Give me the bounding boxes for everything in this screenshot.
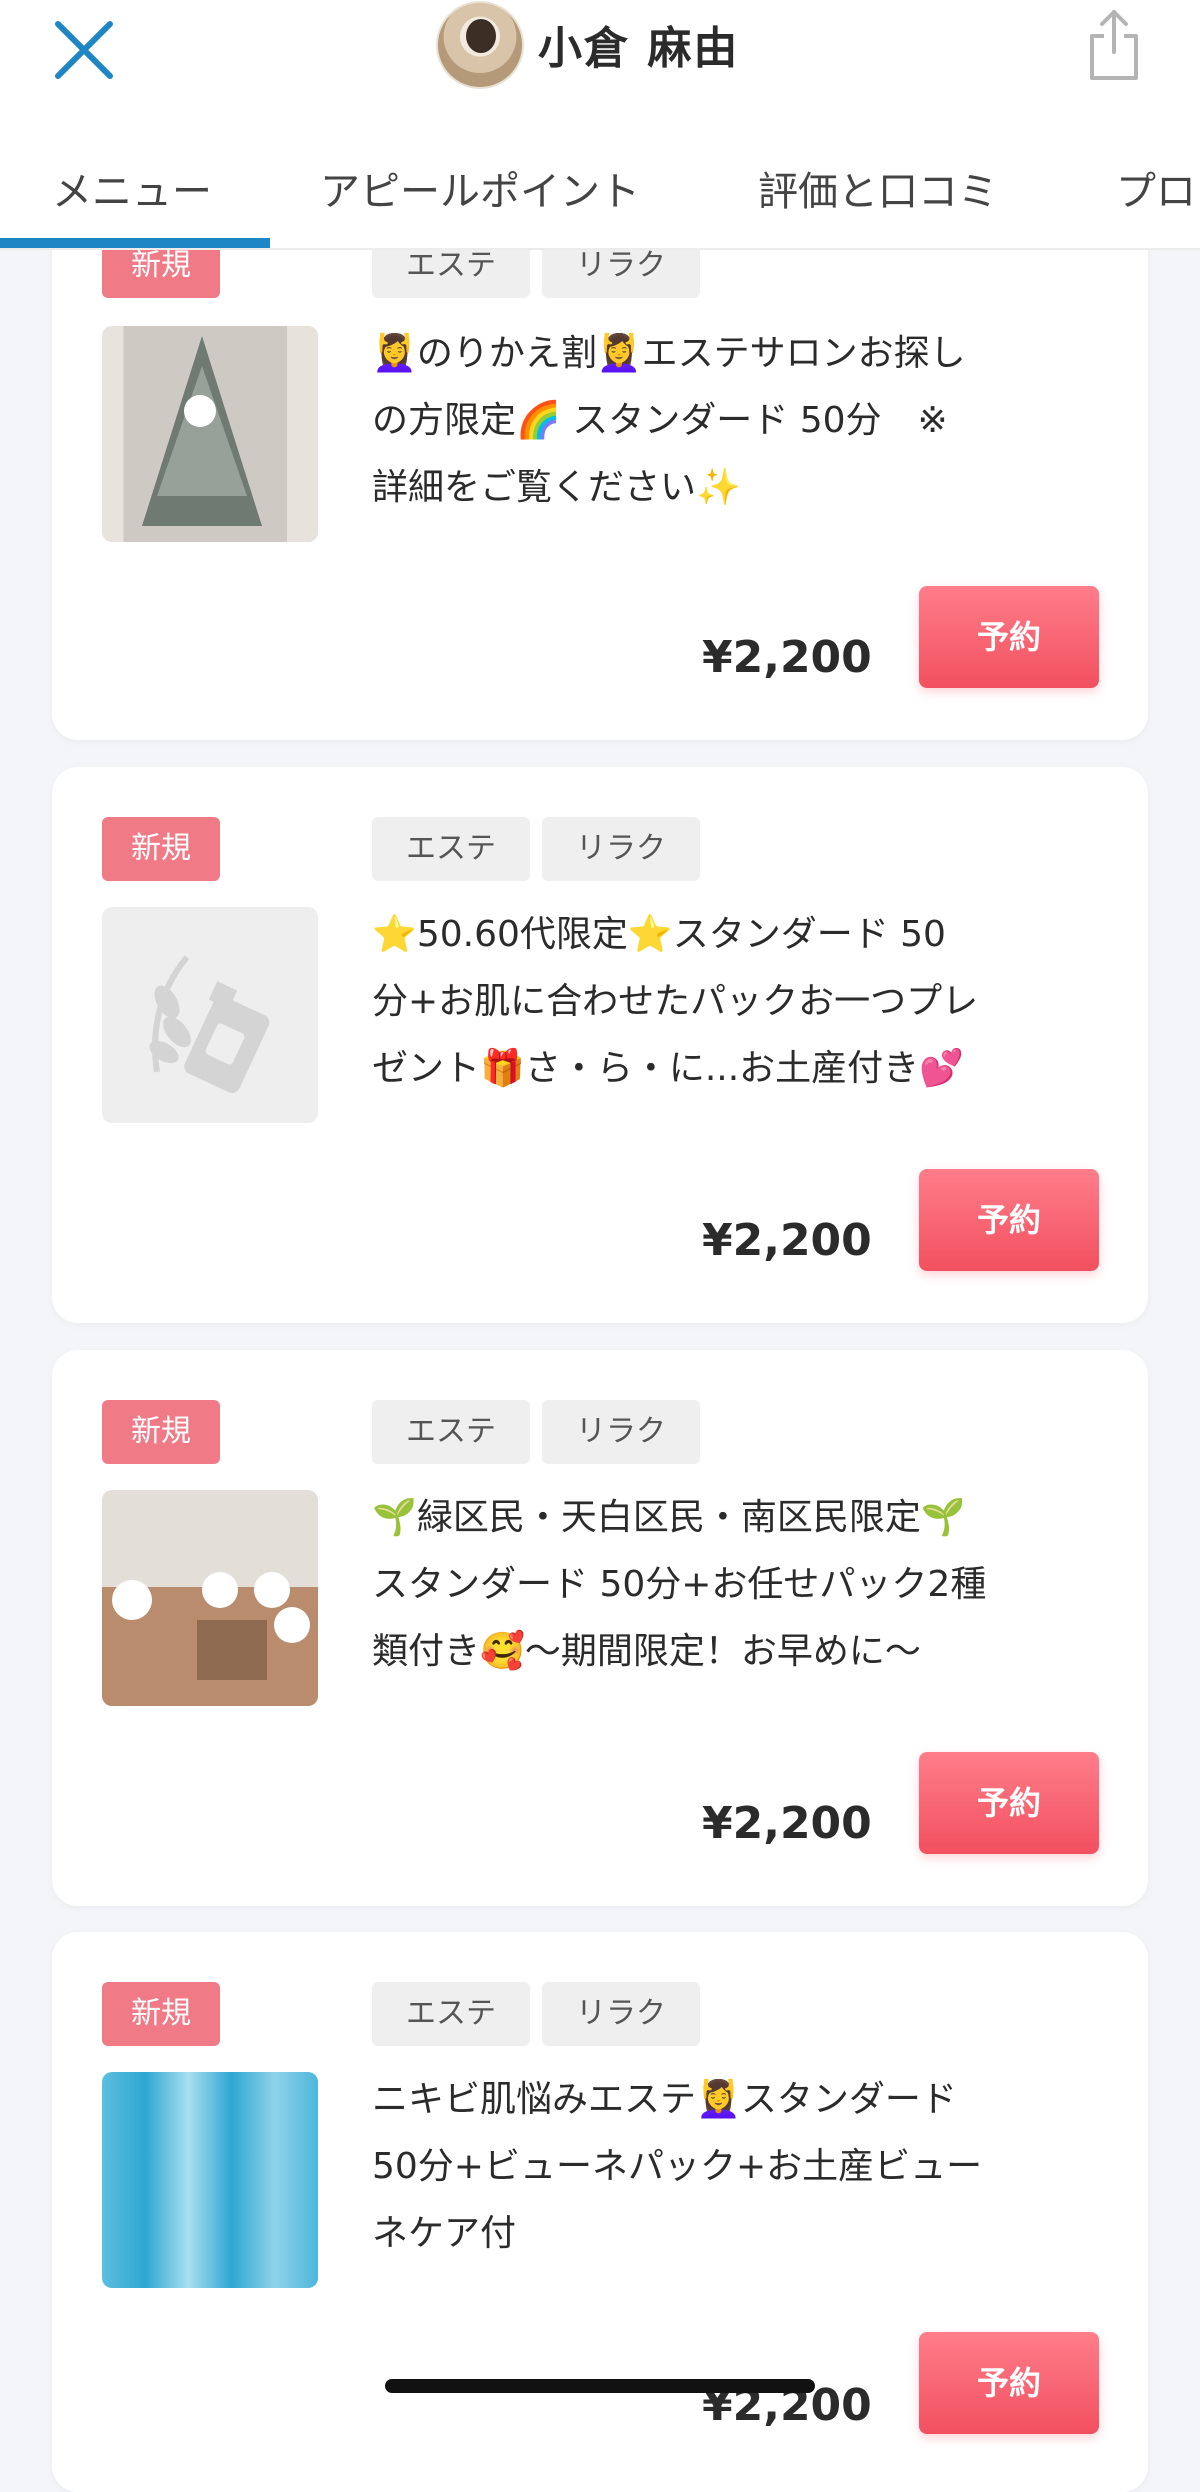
menu-title: 💆‍♀️のりかえ割💆‍♀️エステサロンお探し の方限定🌈 スタンダード 50分 … xyxy=(372,333,966,508)
menu-thumbnail xyxy=(102,326,318,542)
reserve-button[interactable]: 予約 xyxy=(919,1752,1099,1854)
menu-thumbnail xyxy=(102,1490,318,1706)
cosmetic-bottle-icon xyxy=(149,955,270,1094)
tag-relax: リラク xyxy=(542,817,700,881)
menu-card[interactable]: 新規 エステ リラク 🌱緑区民・天白区民・南区民限定🌱 スタンダード 50分+お… xyxy=(52,1350,1148,1906)
tab-profile[interactable]: プロ xyxy=(1116,159,1196,217)
menu-card[interactable]: 新規 エステ リラク 💆‍♀️のりかえ割💆‍♀️エステサロンお探し の方限定🌈 … xyxy=(52,180,1148,740)
home-indicator xyxy=(385,2379,815,2393)
menu-title: ⭐50.60代限定⭐スタンダード 50 分+お肌に合わせたパックお一つプレ ゼン… xyxy=(372,914,979,1089)
close-icon[interactable] xyxy=(44,10,124,90)
reserve-button[interactable]: 予約 xyxy=(919,1169,1099,1271)
tag-relax: リラク xyxy=(542,1982,700,2046)
avatar xyxy=(436,1,524,89)
salon-photo-icon xyxy=(112,1572,310,1680)
new-badge: 新規 xyxy=(102,1982,220,2046)
tab-appeal-points[interactable]: アピールポイント xyxy=(320,159,640,217)
active-tab-indicator xyxy=(0,238,270,248)
tab-menu[interactable]: メニュー xyxy=(52,159,212,217)
tag-esthe: エステ xyxy=(372,1982,530,2046)
reserve-button[interactable]: 予約 xyxy=(919,2332,1099,2434)
menu-card[interactable]: 新規 エステ リラク ⭐50.60代限定⭐スタンダード 50 分+お肌に合わせた… xyxy=(52,767,1148,1323)
tab-bar: メニュー アピールポイント 評価と口コミ プロ xyxy=(0,113,1200,250)
menu-thumbnail xyxy=(102,2072,318,2288)
share-icon[interactable] xyxy=(1084,6,1144,84)
tag-relax: リラク xyxy=(542,1400,700,1464)
app-header: 小倉 麻由 xyxy=(0,0,1200,115)
price: ¥2,200 xyxy=(702,632,872,683)
new-badge: 新規 xyxy=(102,817,220,881)
tab-reviews[interactable]: 評価と口コミ xyxy=(758,159,998,217)
menu-card[interactable]: 新規 エステ リラク ニキビ肌悩みエステ💆‍♀️スタンダード 50分+ビューネパ… xyxy=(52,1932,1148,2492)
tag-esthe: エステ xyxy=(372,1400,530,1464)
price: ¥2,200 xyxy=(702,1798,872,1849)
tag-esthe: エステ xyxy=(372,817,530,881)
reserve-button[interactable]: 予約 xyxy=(919,586,1099,688)
price: ¥2,200 xyxy=(702,1215,872,1266)
menu-title: ニキビ肌悩みエステ💆‍♀️スタンダード 50分+ビューネパック+お土産ビュー ネ… xyxy=(372,2079,983,2254)
stylist-name: 小倉 麻由 xyxy=(538,23,740,74)
menu-thumbnail-placeholder xyxy=(102,907,318,1123)
christmas-tree-icon xyxy=(142,326,318,542)
menu-title: 🌱緑区民・天白区民・南区民限定🌱 スタンダード 50分+お任せパック2種 類付き… xyxy=(372,1497,987,1672)
new-badge: 新規 xyxy=(102,1400,220,1464)
